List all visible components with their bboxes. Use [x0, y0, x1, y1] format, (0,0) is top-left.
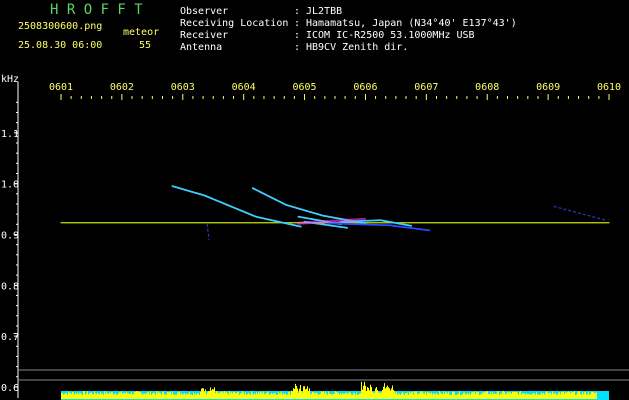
- y-tick-label: 1.0: [1, 180, 19, 191]
- x-tick-label: 0609: [536, 82, 560, 93]
- series-line-faint: [206, 223, 210, 241]
- spectrum-marker: [597, 392, 609, 400]
- x-tick-label: 0605: [293, 82, 317, 93]
- x-tick-label: 0604: [232, 82, 256, 93]
- y-tick-label: 0.8: [1, 281, 19, 292]
- series-line-faint: [553, 205, 607, 221]
- y-tick-label: 0.7: [1, 332, 19, 343]
- y-tick-label: 0.6: [1, 383, 19, 394]
- x-tick-label: 0602: [110, 82, 134, 93]
- x-tick-label: 0608: [475, 82, 499, 93]
- series-line-meteor: [171, 185, 303, 228]
- x-tick-label: 0610: [597, 82, 621, 93]
- x-tick-label: 0606: [353, 82, 377, 93]
- x-tick-label: 0601: [49, 82, 73, 93]
- y-tick-label: 0.9: [1, 230, 19, 241]
- y-tick-label: 1.1: [1, 129, 19, 140]
- x-tick-label: 0603: [171, 82, 195, 93]
- spectrogram-chart: 1.1 1.0 0.9 0.8 0.7 0.6 0601 0602 0603 0604 0605 06…: [1, 82, 629, 400]
- x-tick-label: 0607: [414, 82, 438, 93]
